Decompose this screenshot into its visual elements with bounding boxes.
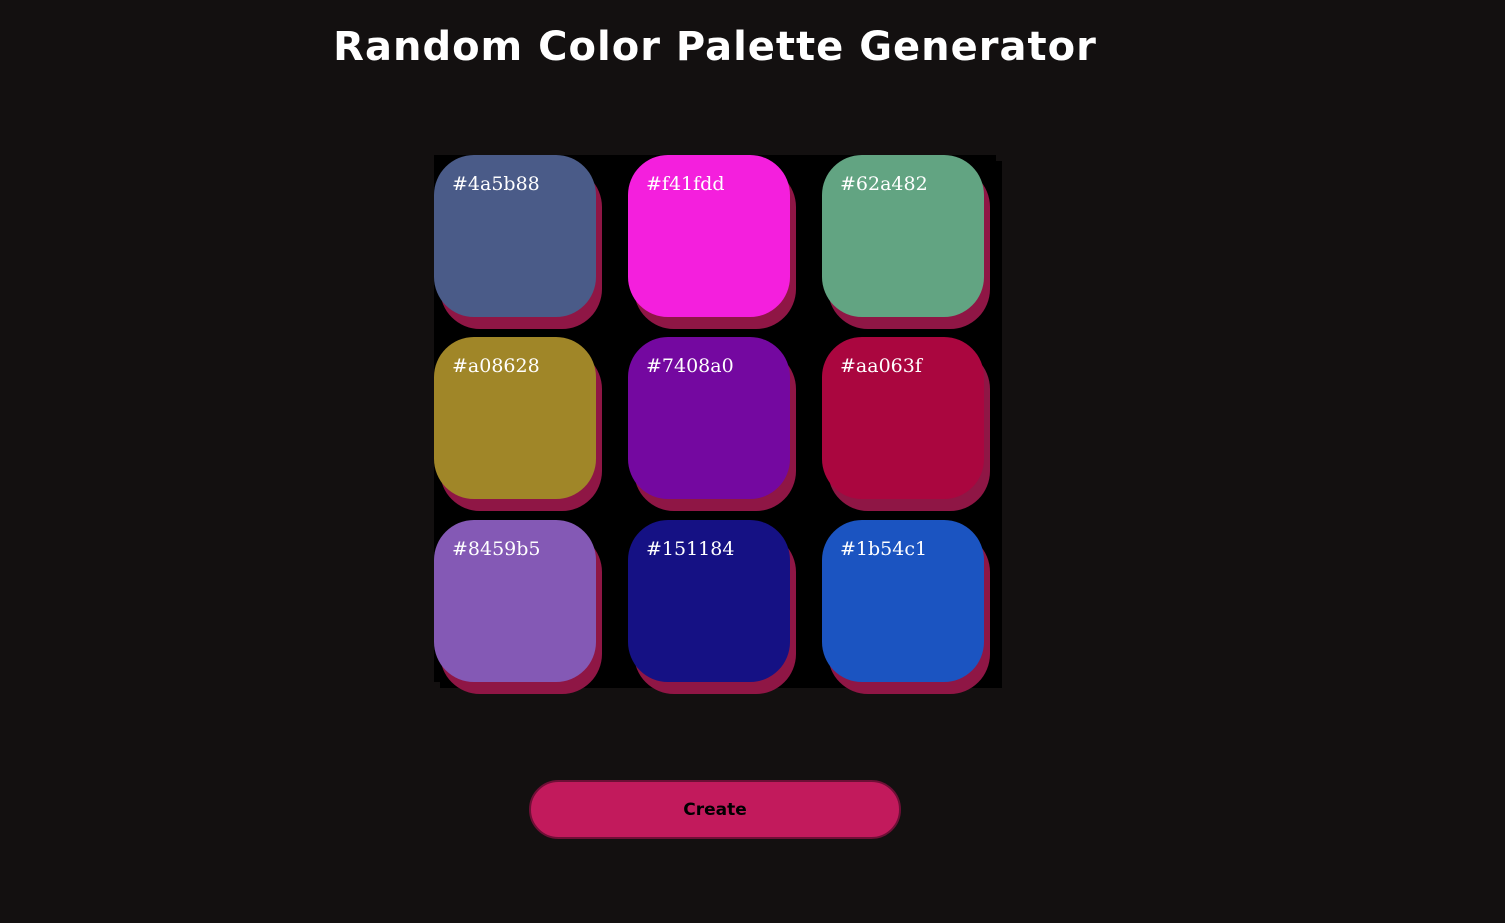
color-swatch[interactable]: #62a482	[822, 155, 984, 317]
color-code: #62a482	[840, 173, 928, 195]
color-swatch[interactable]: #4a5b88	[434, 155, 596, 317]
create-button[interactable]: Create	[529, 780, 901, 839]
color-code: #f41fdd	[646, 173, 725, 195]
color-swatch[interactable]: #f41fdd	[628, 155, 790, 317]
color-code: #1b54c1	[840, 538, 928, 560]
color-swatch[interactable]: #8459b5	[434, 520, 596, 682]
color-code: #7408a0	[646, 355, 734, 377]
color-code: #151184	[646, 538, 735, 560]
color-swatch[interactable]: #aa063f	[822, 337, 984, 499]
color-swatch[interactable]: #a08628	[434, 337, 596, 499]
color-swatch[interactable]: #151184	[628, 520, 790, 682]
color-code: #aa063f	[840, 355, 922, 377]
color-swatch[interactable]: #7408a0	[628, 337, 790, 499]
palette-grid: #4a5b88 #f41fdd #62a482 #a08628 #7408a0 …	[434, 155, 996, 682]
page-title: Random Color Palette Generator	[333, 24, 1097, 70]
color-swatch[interactable]: #1b54c1	[822, 520, 984, 682]
color-code: #4a5b88	[452, 173, 540, 195]
color-code: #a08628	[452, 355, 540, 377]
color-code: #8459b5	[452, 538, 541, 560]
